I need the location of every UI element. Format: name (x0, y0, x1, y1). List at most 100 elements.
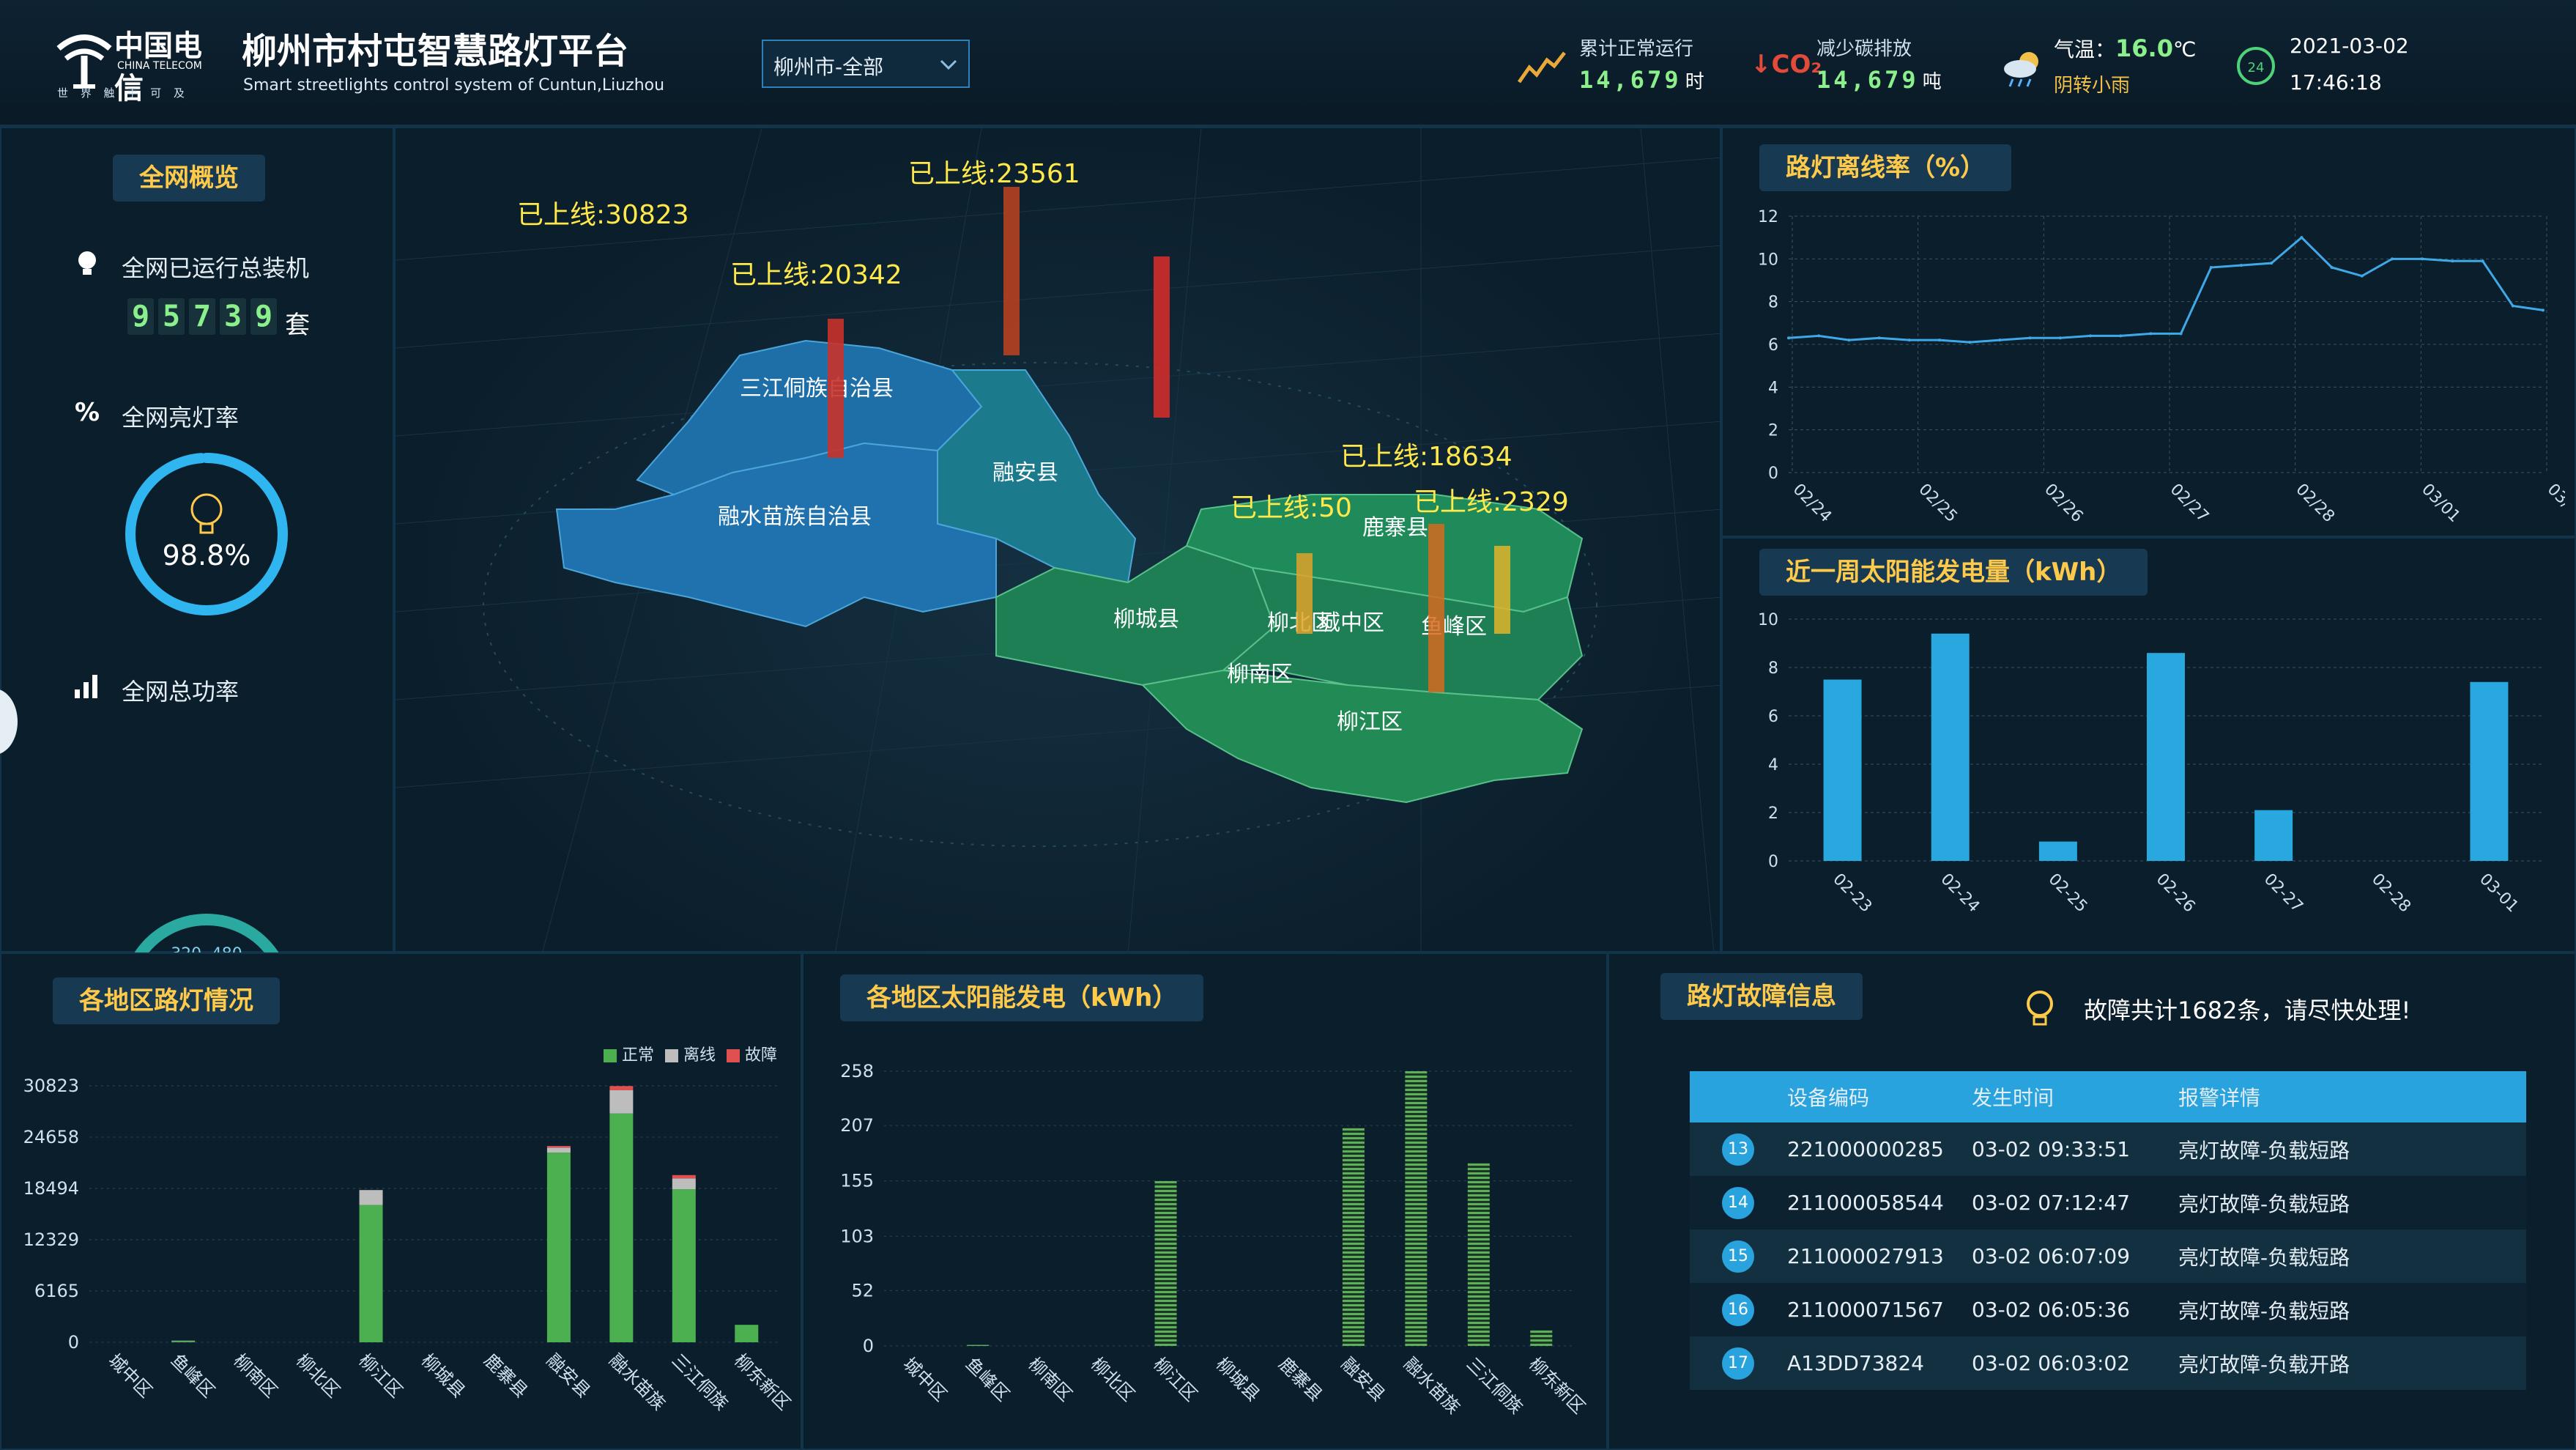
y-tick-label: 2 (1768, 804, 1778, 823)
trend-icon (1517, 51, 1566, 84)
district-lights-bar (672, 1189, 696, 1342)
x-tick-label: 三江侗族 (1463, 1353, 1527, 1418)
city-select[interactable]: 柳州市-全部 (762, 40, 970, 88)
map-label: 柳城县 (1113, 607, 1179, 632)
fault-row[interactable]: 14 211000058544 03-02 07:12:47 亮灯故障-负载短路 (1690, 1176, 2526, 1229)
co2-icon: ↓CO₂ (1751, 50, 1822, 79)
fault-row-number: 15 (1690, 1229, 1786, 1283)
y-tick-label: 258 (840, 1061, 874, 1081)
header-bar: 中国电信 CHINA TELECOM 世 界 触 手 可 及 柳州市村屯智慧路灯… (0, 0, 2576, 127)
y-tick-label: 0 (1768, 465, 1778, 483)
page-title: 柳州市村屯智慧路灯平台 (242, 31, 629, 72)
map-region-rongshui[interactable] (555, 442, 997, 628)
map-label: 柳南区 (1227, 662, 1293, 687)
y-tick-label: 30823 (23, 1076, 79, 1096)
legend-swatch-normal (604, 1049, 617, 1062)
fault-row[interactable]: 15 211000027913 03-02 06:07:09 亮灯故障-负载短路 (1690, 1229, 2526, 1283)
x-tick-label: 02/24 (1789, 481, 1836, 527)
chevron-down-icon (940, 59, 957, 70)
logo-slogan: 世 界 触 手 可 及 (57, 86, 189, 100)
map-pillar[interactable] (1003, 187, 1020, 355)
fault-detail: 亮灯故障-负载开路 (2178, 1352, 2350, 1377)
x-tick-label: 城中区 (104, 1350, 156, 1402)
map-callout: 已上线:2329 (1414, 487, 1569, 517)
x-tick-label: 柳北区 (1087, 1353, 1139, 1405)
fault-detail: 亮灯故障-负载短路 (2178, 1138, 2350, 1163)
line-point (2360, 274, 2364, 278)
installed-unit: 套 (285, 311, 311, 340)
fault-time: 03-02 06:03:02 (1972, 1351, 2131, 1375)
row-number-badge: 13 (1722, 1133, 1754, 1166)
line-point (1847, 339, 1851, 342)
x-tick-label: 柳江区 (1149, 1353, 1201, 1405)
legend-label: 故障 (745, 1046, 778, 1065)
running-unit: 时 (1685, 71, 1704, 93)
fault-code: 211000071567 (1787, 1298, 1944, 1322)
line-point (2028, 336, 2032, 340)
district-solar-panel: 各地区太阳能发电（kWh） 0 52 103 155 207 258 城中区 鱼峰区 柳南区 柳北… (802, 953, 1608, 1450)
fault-row-number: 17 (1690, 1336, 1786, 1390)
x-tick-label: 柳南区 (229, 1350, 281, 1402)
x-tick-label: 鱼峰区 (167, 1350, 219, 1402)
overview-panel: 全网概览 全网已运行总装机 95739 套 % 全网亮灯率 98.8% 全网总功… (0, 127, 394, 1037)
x-tick-label: 02-26 (2153, 870, 2199, 917)
weather-unit: ℃ (2172, 37, 2197, 62)
x-tick-label: 融水苗族 (1400, 1353, 1464, 1418)
line-point (2270, 262, 2274, 265)
y-tick-label: 12329 (23, 1229, 79, 1250)
faults-table-header: 设备编码 发生时间 报警详情 (1690, 1071, 2526, 1122)
x-tick-label: 02-25 (2045, 870, 2091, 917)
light-rate-ring: 98.8% (125, 453, 288, 615)
carbon-number: 14,679 (1816, 66, 1919, 94)
weather-temp: 气温：16.0℃ (2054, 34, 2196, 63)
map-pillar[interactable] (1494, 546, 1510, 634)
x-tick-label: 02/28 (2292, 481, 2338, 527)
x-tick-label: 融安县 (543, 1350, 595, 1402)
solar-week-bar (1931, 633, 1970, 861)
solar-week-bar (2147, 653, 2185, 861)
y-tick-label: 52 (851, 1280, 874, 1301)
y-tick-label: 24658 (23, 1127, 79, 1147)
fault-row[interactable]: 13 221000000285 03-02 09:33:51 亮灯故障-负载短路 (1690, 1122, 2526, 1176)
x-tick-label: 02/27 (2167, 481, 2213, 527)
map-pillar[interactable] (828, 319, 844, 458)
district-lights-bar (546, 1146, 571, 1148)
map-pillar[interactable] (1428, 524, 1444, 692)
fault-row[interactable]: 17 A13DD73824 03-02 06:03:02 亮灯故障-负载开路 (1690, 1336, 2526, 1390)
fault-time: 03-02 06:07:09 (1972, 1244, 2131, 1268)
map-pillar[interactable] (1296, 553, 1313, 634)
fault-row-number: 13 (1690, 1122, 1786, 1176)
page-subtitle: Smart streetlights control system of Cun… (243, 76, 665, 95)
map-pillar[interactable] (1154, 256, 1170, 418)
district-lights-bar (672, 1175, 696, 1179)
y-tick-label: 12 (1758, 208, 1778, 226)
map-label: 三江侗族自治县 (740, 376, 894, 402)
district-lights-bar (672, 1178, 696, 1190)
x-tick-label: 融安县 (1337, 1353, 1389, 1405)
solar-week-bar (1823, 679, 1862, 861)
carbon-label: 减少碳排放 (1816, 38, 1912, 60)
x-tick-label: 柳东新区 (1525, 1353, 1589, 1418)
installed-counter: 95739 套 (127, 298, 310, 341)
district-lights-bar (609, 1086, 634, 1090)
line-point (1907, 339, 1911, 342)
y-tick-label: 2 (1768, 422, 1778, 440)
installed-digit: 9 (250, 298, 277, 335)
line-point (2240, 264, 2243, 267)
district-solar-bar (1342, 1128, 1365, 1346)
logo-en-text: CHINA TELECOM (117, 60, 202, 72)
district-solar-title: 各地区太阳能发电（kWh） (840, 974, 1204, 1021)
bar-chart-icon (75, 675, 97, 698)
line-point (2119, 334, 2123, 338)
offline-rate-title: 路灯离线率（%） (1759, 144, 2012, 191)
header-time: 17:46:18 (2290, 70, 2382, 95)
x-tick-label: 03/01 (2418, 481, 2464, 527)
district-solar-bar (1530, 1330, 1553, 1346)
fault-time: 03-02 07:12:47 (1972, 1191, 2131, 1215)
y-tick-label: 6 (1768, 708, 1778, 726)
fault-row[interactable]: 16 211000071567 03-02 06:05:36 亮灯故障-负载短路 (1690, 1283, 2526, 1336)
fault-detail: 亮灯故障-负载短路 (2178, 1191, 2350, 1216)
y-tick-label: 103 (840, 1226, 874, 1246)
legend-label: 离线 (683, 1046, 716, 1065)
x-tick-label: 02-23 (1829, 870, 1875, 917)
